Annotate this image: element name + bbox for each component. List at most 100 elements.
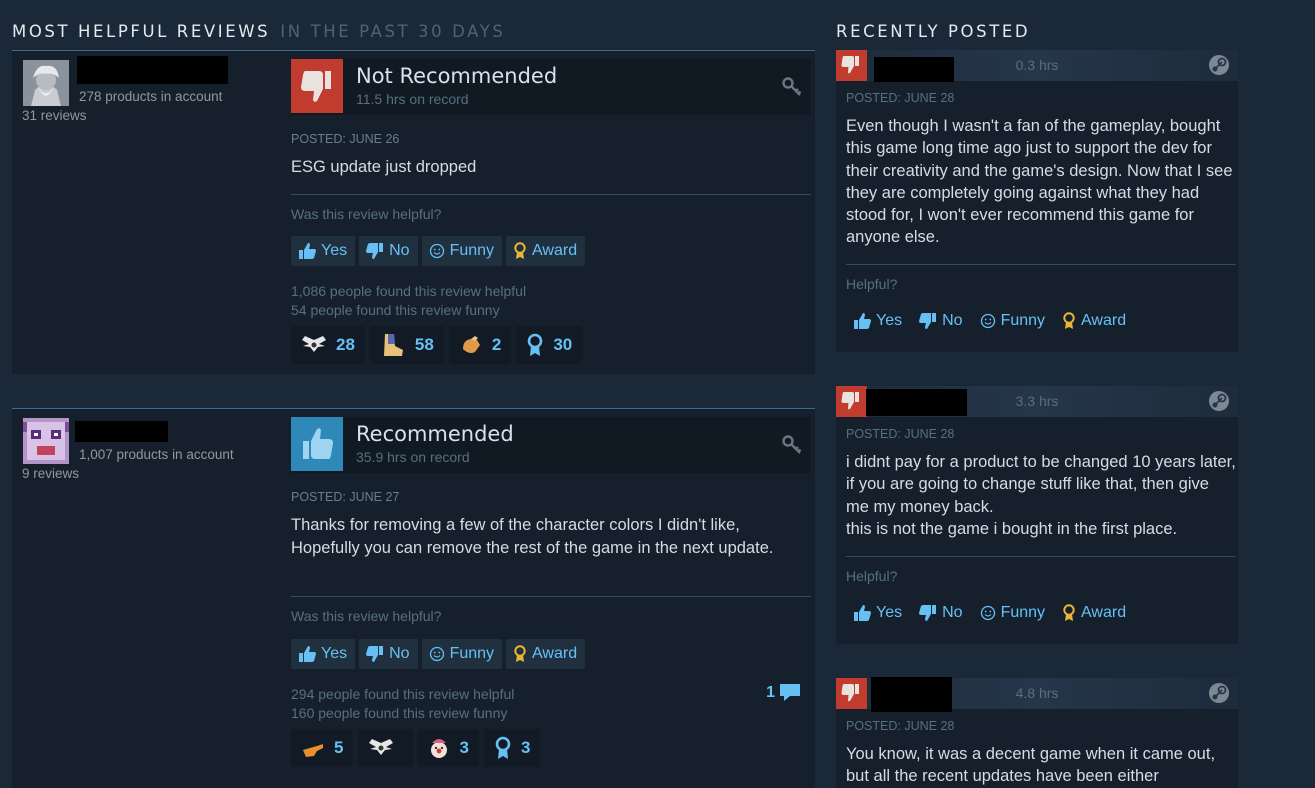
awards-row: 28 58 2 30 xyxy=(291,326,583,364)
vote-funny-button[interactable]: Funny xyxy=(973,598,1053,628)
helpful-count: 294 people found this review helpful xyxy=(291,686,515,702)
award-label: Award xyxy=(1081,604,1127,621)
helpful-question: Helpful? xyxy=(846,276,898,292)
vote-yes-button[interactable]: Yes xyxy=(291,236,356,266)
award-item[interactable] xyxy=(358,729,414,767)
recent-review-header[interactable]: 3.3 hrs xyxy=(836,386,1238,417)
award-button[interactable]: Award xyxy=(1055,598,1134,628)
helpful-question: Was this review helpful? xyxy=(291,608,442,624)
award-count: 2 xyxy=(491,335,502,354)
award-button[interactable]: Award xyxy=(506,236,586,266)
key-icon xyxy=(782,77,802,96)
awards-row: 5 3 3 xyxy=(291,729,541,767)
review-card: 278 products in account 31 reviews Not R… xyxy=(12,50,815,374)
hours-on-record: 35.9 hrs on record xyxy=(356,449,470,465)
vote-no-button[interactable]: No xyxy=(912,598,970,628)
comment-count: 1 xyxy=(766,684,775,701)
vote-yes-button[interactable]: Yes xyxy=(846,598,910,628)
thumbs-up-icon xyxy=(299,646,316,662)
award-label: Award xyxy=(1081,312,1127,329)
smiley-icon xyxy=(980,605,995,621)
review-verdict: Not Recommended xyxy=(356,64,558,88)
award-button[interactable]: Award xyxy=(1055,306,1134,336)
vote-no-button[interactable]: No xyxy=(912,306,970,336)
review-count[interactable]: 31 reviews xyxy=(22,108,87,123)
recent-review-card: 0.3 hrs Posted: June 28 Even though I wa… xyxy=(836,50,1238,352)
award-label: Award xyxy=(532,242,578,259)
funny-label: Funny xyxy=(449,242,495,259)
recently-posted-heading: Recently Posted xyxy=(836,22,1030,41)
review-text-line: this is not the game i bought in the fir… xyxy=(846,519,1178,538)
award-item[interactable]: 58 xyxy=(369,326,444,364)
vote-buttons: Yes No Funny Award xyxy=(846,306,1134,336)
products-in-account[interactable]: 278 products in account xyxy=(79,89,222,104)
yes-label: Yes xyxy=(321,645,348,662)
vote-funny-button[interactable]: Funny xyxy=(421,236,503,266)
reviewer-panel: 1,007 products in account 9 reviews xyxy=(12,409,284,788)
vote-yes-button[interactable]: Yes xyxy=(846,306,910,336)
award-ribbon-icon xyxy=(1063,604,1075,621)
thumbs-down-icon xyxy=(291,59,343,113)
award-count: 5 xyxy=(334,738,344,757)
award-button[interactable]: Award xyxy=(506,639,586,669)
award-ribbon-icon xyxy=(1063,312,1075,329)
vote-funny-button[interactable]: Funny xyxy=(421,639,503,669)
review-title-bar[interactable]: Recommended 35.9 hrs on record xyxy=(291,417,811,473)
divider xyxy=(291,596,811,597)
clown-award-icon xyxy=(431,739,448,758)
yes-label: Yes xyxy=(321,242,348,259)
vote-buttons: Yes No Funny Award xyxy=(846,598,1134,628)
medal-award-icon xyxy=(528,333,543,356)
yes-label: Yes xyxy=(876,604,903,621)
smiley-icon xyxy=(429,646,444,662)
divider xyxy=(846,556,1236,557)
posted-date: Posted: June 28 xyxy=(846,91,955,105)
vote-funny-button[interactable]: Funny xyxy=(973,306,1053,336)
key-icon xyxy=(782,435,802,454)
review-stats: 1,086 people found this review helpful 5… xyxy=(291,282,526,319)
award-item[interactable]: 5 xyxy=(291,729,354,767)
review-body: Recommended 35.9 hrs on record Posted: J… xyxy=(291,409,815,788)
award-item[interactable]: 3 xyxy=(418,729,479,767)
posted-date: Posted: June 28 xyxy=(846,427,955,441)
vote-yes-button[interactable]: Yes xyxy=(291,639,356,669)
yes-label: Yes xyxy=(876,312,903,329)
recent-review-header[interactable]: 4.8 hrs xyxy=(836,677,1238,712)
avatar[interactable] xyxy=(23,418,69,464)
thumbs-down-small-icon xyxy=(366,646,384,662)
thumbs-up-icon xyxy=(299,243,316,259)
redacted-username xyxy=(75,421,168,442)
award-item[interactable]: 30 xyxy=(516,326,583,364)
vote-no-button[interactable]: No xyxy=(359,236,418,266)
comments-link[interactable]: 1 xyxy=(766,683,801,703)
recent-review-card: 4.8 hrs Posted: June 28 You know, it was… xyxy=(836,677,1238,788)
review-text: ESG update just dropped xyxy=(291,158,477,176)
most-helpful-heading: Most Helpful Reviews In the past 30 days xyxy=(12,22,505,41)
steam-icon xyxy=(1209,683,1229,703)
review-text: Even though I wasn't a fan of the gamepl… xyxy=(846,117,1233,247)
no-label: No xyxy=(389,645,410,662)
vote-no-button[interactable]: No xyxy=(359,639,418,669)
award-ribbon-icon xyxy=(514,645,526,662)
no-label: No xyxy=(389,242,410,259)
divider xyxy=(846,264,1236,265)
award-item[interactable]: 2 xyxy=(448,326,512,364)
review-title-bar[interactable]: Not Recommended 11.5 hrs on record xyxy=(291,59,811,115)
award-count: 28 xyxy=(336,335,355,354)
hand-award-icon xyxy=(462,336,480,353)
funny-label: Funny xyxy=(1000,312,1046,329)
review-count[interactable]: 9 reviews xyxy=(22,466,79,481)
comment-bubble-icon xyxy=(780,684,800,701)
recently-posted-title: Recently Posted xyxy=(836,22,1031,41)
products-in-account[interactable]: 1,007 products in account xyxy=(79,447,234,462)
redacted-username xyxy=(77,56,228,84)
steam-icon xyxy=(1209,391,1229,411)
review-text-line: i didnt pay for a product to be changed … xyxy=(846,453,1236,516)
avatar[interactable] xyxy=(23,60,69,106)
winged-award-icon xyxy=(302,336,326,352)
divider xyxy=(291,194,811,195)
award-item[interactable]: 3 xyxy=(483,729,541,767)
award-ribbon-icon xyxy=(514,242,526,259)
award-item[interactable]: 28 xyxy=(291,326,365,364)
recent-review-header[interactable]: 0.3 hrs xyxy=(836,50,1238,82)
